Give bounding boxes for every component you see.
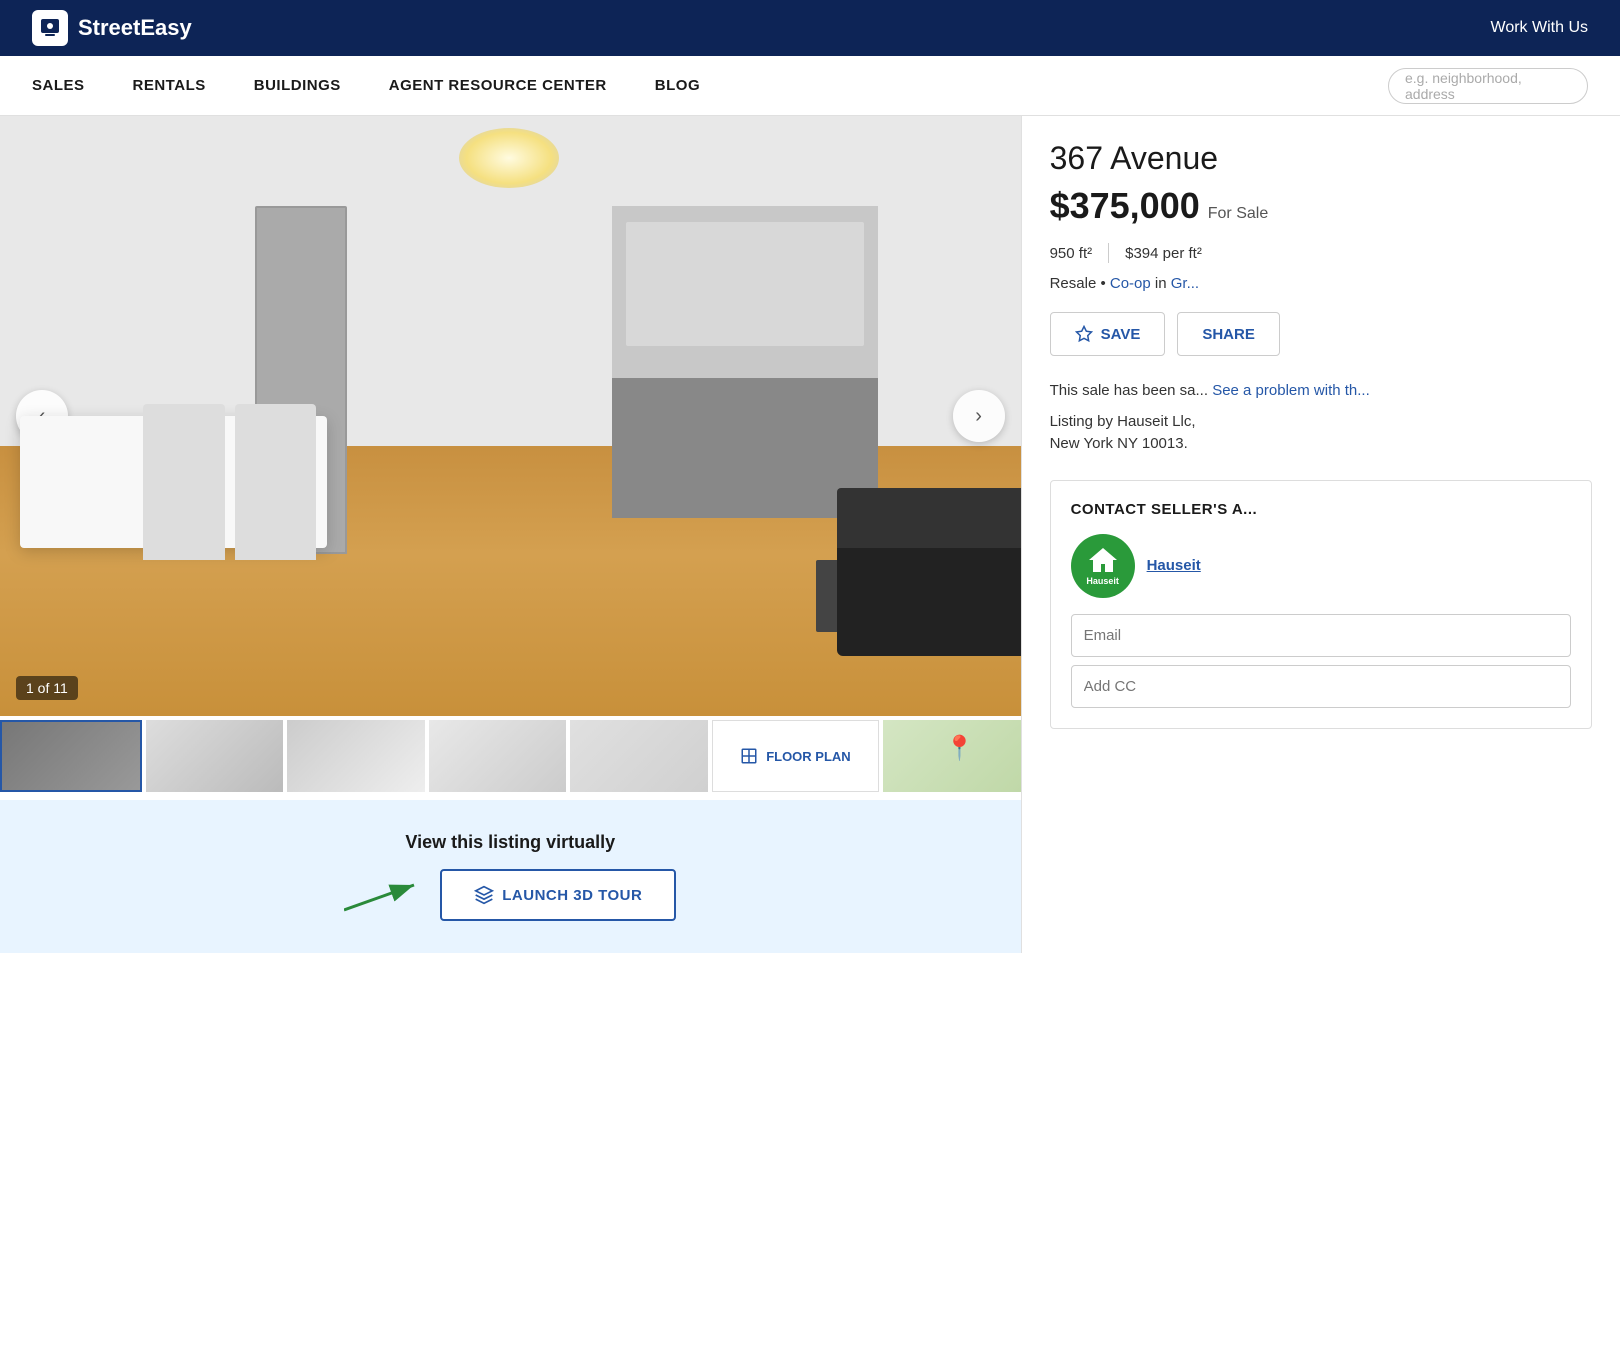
gallery-column: ‹ › 1 of 11 — [0, 116, 1021, 953]
thumbnail-1[interactable] — [0, 720, 142, 792]
agent-logo-text: Hauseit — [1086, 576, 1119, 586]
kitchen-cabinets — [626, 222, 865, 347]
nav-buildings[interactable]: BUILDINGS — [254, 59, 341, 112]
floor-plan-button[interactable]: FLOOR PLAN — [712, 720, 879, 792]
listing-sqft: 950 ft² — [1050, 245, 1109, 262]
agent-info: Hauseit Hauseit — [1071, 534, 1571, 598]
thumbnails-row: FLOOR PLAN 📍 — [0, 716, 1021, 796]
house-icon — [1087, 546, 1119, 574]
contact-inputs — [1071, 614, 1571, 708]
sofa-back — [837, 488, 1021, 548]
launch-3d-tour-button[interactable]: LAUNCH 3D TOUR — [440, 869, 676, 921]
chair-2 — [235, 404, 317, 560]
image-counter: 1 of 11 — [16, 676, 78, 700]
listing-price-row: $375,000 For Sale — [1050, 185, 1592, 227]
listing-price-per-sqft: $394 per ft² — [1125, 245, 1218, 262]
see-problem-link[interactable]: See a problem with th... — [1212, 382, 1370, 399]
agent-logo: Hauseit — [1071, 534, 1135, 598]
kitchen-area — [612, 206, 877, 518]
chair-1 — [143, 404, 225, 560]
arrow-container: LAUNCH 3D TOUR — [344, 869, 676, 921]
star-icon — [1075, 325, 1093, 343]
map-thumbnail[interactable]: 📍 — [883, 720, 1021, 792]
nav-sales[interactable]: SALES — [32, 59, 85, 112]
listing-stats: 950 ft² $394 per ft² — [1050, 243, 1592, 263]
stat-divider — [1108, 243, 1109, 263]
green-arrow-icon — [344, 875, 424, 915]
listing-column: 367 Avenue $375,000 For Sale 950 ft² $39… — [1021, 116, 1620, 953]
map-pin-icon: 📍 — [945, 734, 975, 763]
cube-icon — [474, 885, 494, 905]
logo-text: StreetEasy — [78, 15, 192, 41]
listing-by: Listing by Hauseit Llc, Listing by Hause… — [1050, 411, 1592, 456]
main-nav: SALES RENTALS BUILDINGS AGENT RESOURCE C… — [0, 56, 1620, 116]
virtual-tour-title: View this listing virtually — [405, 832, 615, 853]
email-field[interactable] — [1071, 614, 1571, 657]
floor-plan-label: FLOOR PLAN — [766, 749, 851, 764]
nav-blog[interactable]: BLOG — [655, 59, 700, 112]
neighborhood-link[interactable]: Gr... — [1171, 275, 1199, 292]
search-placeholder: e.g. neighborhood, address — [1405, 70, 1571, 102]
logo[interactable]: StreetEasy — [32, 10, 192, 46]
listing-type: Resale • Co-op in Gr... — [1050, 275, 1592, 292]
action-buttons: SAVE SHARE — [1050, 312, 1592, 356]
thumbnail-5[interactable] — [570, 720, 708, 792]
save-button[interactable]: SAVE — [1050, 312, 1166, 356]
coop-link[interactable]: Co-op — [1110, 275, 1151, 292]
thumbnail-4[interactable] — [429, 720, 567, 792]
cc-field[interactable] — [1071, 665, 1571, 708]
agent-name-link[interactable]: Hauseit — [1147, 557, 1201, 574]
content-area: ‹ › 1 of 11 — [0, 116, 1620, 953]
listing-address: 367 Avenue — [1050, 140, 1592, 177]
main-image-container: ‹ › 1 of 11 — [0, 116, 1021, 716]
thumbnail-2[interactable] — [146, 720, 284, 792]
nav-rentals[interactable]: RENTALS — [133, 59, 206, 112]
contact-card-title: CONTACT SELLER'S A... — [1071, 501, 1571, 518]
next-image-button[interactable]: › — [953, 390, 1005, 442]
virtual-tour-banner: View this listing virtually — [0, 800, 1021, 953]
share-button[interactable]: SHARE — [1177, 312, 1280, 356]
agent-name-area: Hauseit — [1147, 557, 1571, 575]
listing-price-label: For Sale — [1208, 205, 1268, 223]
search-input[interactable]: e.g. neighborhood, address — [1388, 68, 1588, 104]
contact-card: CONTACT SELLER'S A... Hauseit Hauseit — [1050, 480, 1592, 729]
logo-icon — [32, 10, 68, 46]
tour-button-label: LAUNCH 3D TOUR — [502, 887, 642, 904]
listing-price-amount: $375,000 — [1050, 185, 1200, 227]
sale-notice: This sale has been sa... See a problem w… — [1050, 380, 1592, 403]
nav-agent-resource-center[interactable]: AGENT RESOURCE CENTER — [389, 59, 607, 112]
ceiling-light — [459, 128, 559, 188]
main-photo — [0, 116, 1021, 716]
thumbnail-3[interactable] — [287, 720, 425, 792]
work-with-us-link[interactable]: Work With Us — [1491, 19, 1588, 37]
top-header: StreetEasy Work With Us — [0, 0, 1620, 56]
